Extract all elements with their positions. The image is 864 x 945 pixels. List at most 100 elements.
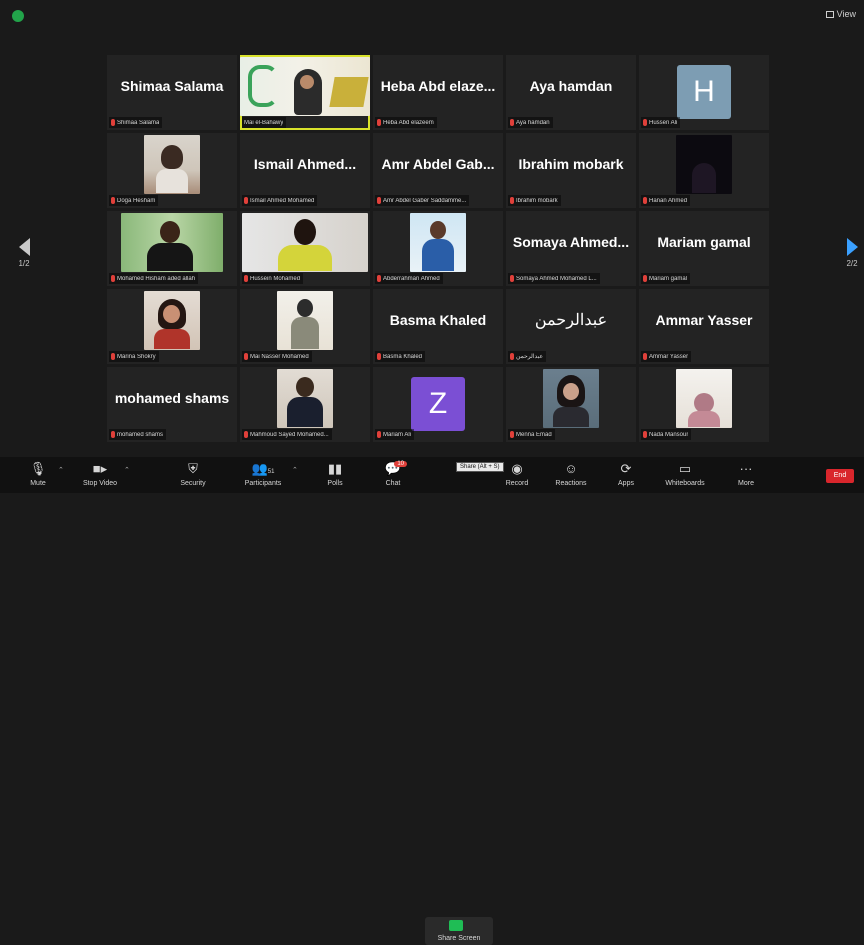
participant-name: Menna Emad <box>516 431 552 438</box>
participant-name-tag: Abderrahman Ahmed <box>375 273 443 284</box>
participant-name-tag: Mai Nasser Mohamed <box>242 351 312 362</box>
muted-mic-icon <box>377 353 381 360</box>
participant-name-tag: Mahmoud Sayed Mohamed... <box>242 429 332 440</box>
bar-chart-icon: ▮▮ <box>327 461 343 476</box>
participant-tile[interactable]: Nada Mansour <box>639 367 769 442</box>
participant-name-tag: Somaya Ahmed Mohamed L... <box>508 273 600 284</box>
participant-name-tag: Amr Abdel Gaber Saddamme... <box>375 195 470 206</box>
participant-tile[interactable]: Mohamed Hisham aded allah <box>107 211 237 286</box>
whiteboards-button[interactable]: ▭ Whiteboards <box>655 460 715 487</box>
participant-name: Hussein Mohamed <box>250 275 301 282</box>
muted-mic-icon <box>510 431 514 438</box>
chat-button[interactable]: 💬 10 Chat <box>363 460 423 487</box>
participant-tile[interactable]: Aya hamdan Aya hamdan <box>506 55 636 130</box>
meeting-toolbar: 🎙 Mute ⌃ ■▸ Stop Video ⌃ ⛨ Security 👥51 … <box>0 457 864 945</box>
participant-tile[interactable]: Hussein Mohamed <box>240 211 370 286</box>
participant-display-name: عبدالرحمن <box>534 311 608 329</box>
suit-shape <box>287 397 323 427</box>
security-shield-icon[interactable] <box>12 10 24 22</box>
participant-tile[interactable]: Somaya Ahmed... Somaya Ahmed Mohamed L..… <box>506 211 636 286</box>
participant-tile[interactable]: Mai Nasser Mohamed <box>240 289 370 364</box>
participant-tile-active-speaker[interactable]: Mai el-Bahawy <box>240 55 370 130</box>
muted-mic-icon <box>111 431 115 438</box>
shirt-shape <box>553 407 589 427</box>
record-label: Record <box>505 480 529 487</box>
participant-display-name: Ammar Yasser <box>655 311 753 328</box>
apps-icon: ⟳ <box>620 461 632 476</box>
participant-tile[interactable]: Z Mariam Ali <box>373 367 503 442</box>
more-button[interactable]: ··· More <box>716 460 776 487</box>
participant-tile[interactable]: Marina Shokry <box>107 289 237 364</box>
end-meeting-button[interactable]: End <box>826 469 854 483</box>
muted-mic-icon <box>111 353 115 360</box>
hijab-shape <box>297 299 313 317</box>
participant-tile[interactable]: Shimaa Salama Shimaa Salama <box>107 55 237 130</box>
hijab-shape <box>694 393 714 413</box>
chat-unread-badge: 10 <box>394 461 407 467</box>
chevron-left-icon <box>18 238 30 256</box>
share-screen-button[interactable]: Share Screen <box>425 917 493 945</box>
audio-options-chevron-icon[interactable]: ⌃ <box>58 466 64 474</box>
next-page-button[interactable]: 2/2 <box>842 238 862 268</box>
video-options-chevron-icon[interactable]: ⌃ <box>124 466 130 474</box>
participants-button[interactable]: 👥51 Participants <box>233 460 293 487</box>
participant-tile[interactable]: H Hussen Ali <box>639 55 769 130</box>
muted-mic-icon <box>244 353 248 360</box>
apps-button[interactable]: ⟳ Apps <box>596 460 656 487</box>
participant-name-tag: Marina Shokry <box>109 351 159 362</box>
participant-tile[interactable]: Abderrahman Ahmed <box>373 211 503 286</box>
participant-name: Basma Khaled <box>383 353 423 360</box>
participant-tile[interactable]: Mariam gamal Mariam gamal <box>639 211 769 286</box>
participant-name: mohamed shams <box>117 431 164 438</box>
participant-tile[interactable]: Ammar Yasser Ammar Yasser <box>639 289 769 364</box>
ellipsis-icon: ··· <box>739 461 753 476</box>
face-shape <box>563 383 579 400</box>
participant-tile[interactable]: Doga Hesham <box>107 133 237 208</box>
participant-name: Mariam Ali <box>383 431 412 438</box>
face-shape <box>430 221 446 239</box>
participant-name-tag: Menna Emad <box>508 429 555 440</box>
reactions-label: Reactions <box>555 480 587 487</box>
participant-name: Mai el-Bahawy <box>244 119 284 126</box>
reactions-button[interactable]: ☺ Reactions <box>541 460 601 487</box>
participant-tile[interactable]: Hanan Ahmed <box>639 133 769 208</box>
participant-name: Heba Abd elazeem <box>383 119 434 126</box>
participant-tile[interactable]: mohamed shams mohamed shams <box>107 367 237 442</box>
stop-video-button[interactable]: ■▸ Stop Video <box>70 460 130 487</box>
polls-button[interactable]: ▮▮ Polls <box>305 460 365 487</box>
participant-tile[interactable]: Ismail Ahmed... Ismail Ahmed Mohamed <box>240 133 370 208</box>
participants-count: 51 <box>267 469 275 475</box>
participant-name-tag: Mai el-Bahawy <box>242 117 287 128</box>
shirt-shape <box>156 169 188 193</box>
participant-name: Nada Mansour <box>649 431 689 438</box>
gallery-view-grid: Shimaa Salama Shimaa Salama Mai el-Bahaw… <box>107 55 769 442</box>
participants-options-chevron-icon[interactable]: ⌃ <box>292 466 298 474</box>
participant-name-tag: Shimaa Salama <box>109 117 163 128</box>
shirt-shape <box>278 245 332 271</box>
person-silhouette <box>161 145 183 169</box>
muted-mic-icon <box>510 275 514 282</box>
muted-mic-icon <box>111 275 115 282</box>
participant-tile[interactable]: Amr Abdel Gab... Amr Abdel Gaber Saddamm… <box>373 133 503 208</box>
participant-display-name: Basma Khaled <box>389 311 487 328</box>
participant-tile[interactable]: Ibrahim mobark Ibrahim mobark <box>506 133 636 208</box>
participant-name: Doga Hesham <box>117 197 156 204</box>
participant-name: Amr Abdel Gaber Saddamme... <box>383 197 467 204</box>
participant-tile[interactable]: Mahmoud Sayed Mohamed... <box>240 367 370 442</box>
security-button[interactable]: ⛨ Security <box>163 460 223 487</box>
muted-mic-icon <box>510 353 514 360</box>
participant-tile[interactable]: Menna Emad <box>506 367 636 442</box>
participant-name-tag: Mariam gamal <box>641 273 691 284</box>
participant-tile[interactable]: Basma Khaled Basma Khaled <box>373 289 503 364</box>
previous-page-button[interactable]: 1/2 <box>14 238 34 268</box>
participant-tile[interactable]: Heba Abd elaze... Heba Abd elazeem <box>373 55 503 130</box>
participant-name: Mai Nasser Mohamed <box>250 353 309 360</box>
participant-tile[interactable]: عبدالرحمن عبدالرحمن <box>506 289 636 364</box>
view-label: View <box>836 9 856 19</box>
shirt-shape <box>147 243 193 271</box>
view-button[interactable]: View <box>825 9 856 19</box>
face-shape <box>163 305 180 323</box>
participant-name: Ismail Ahmed Mohamed <box>250 197 315 204</box>
chat-label: Chat <box>385 480 401 487</box>
share-tooltip: Share (Alt + S) <box>456 462 504 472</box>
